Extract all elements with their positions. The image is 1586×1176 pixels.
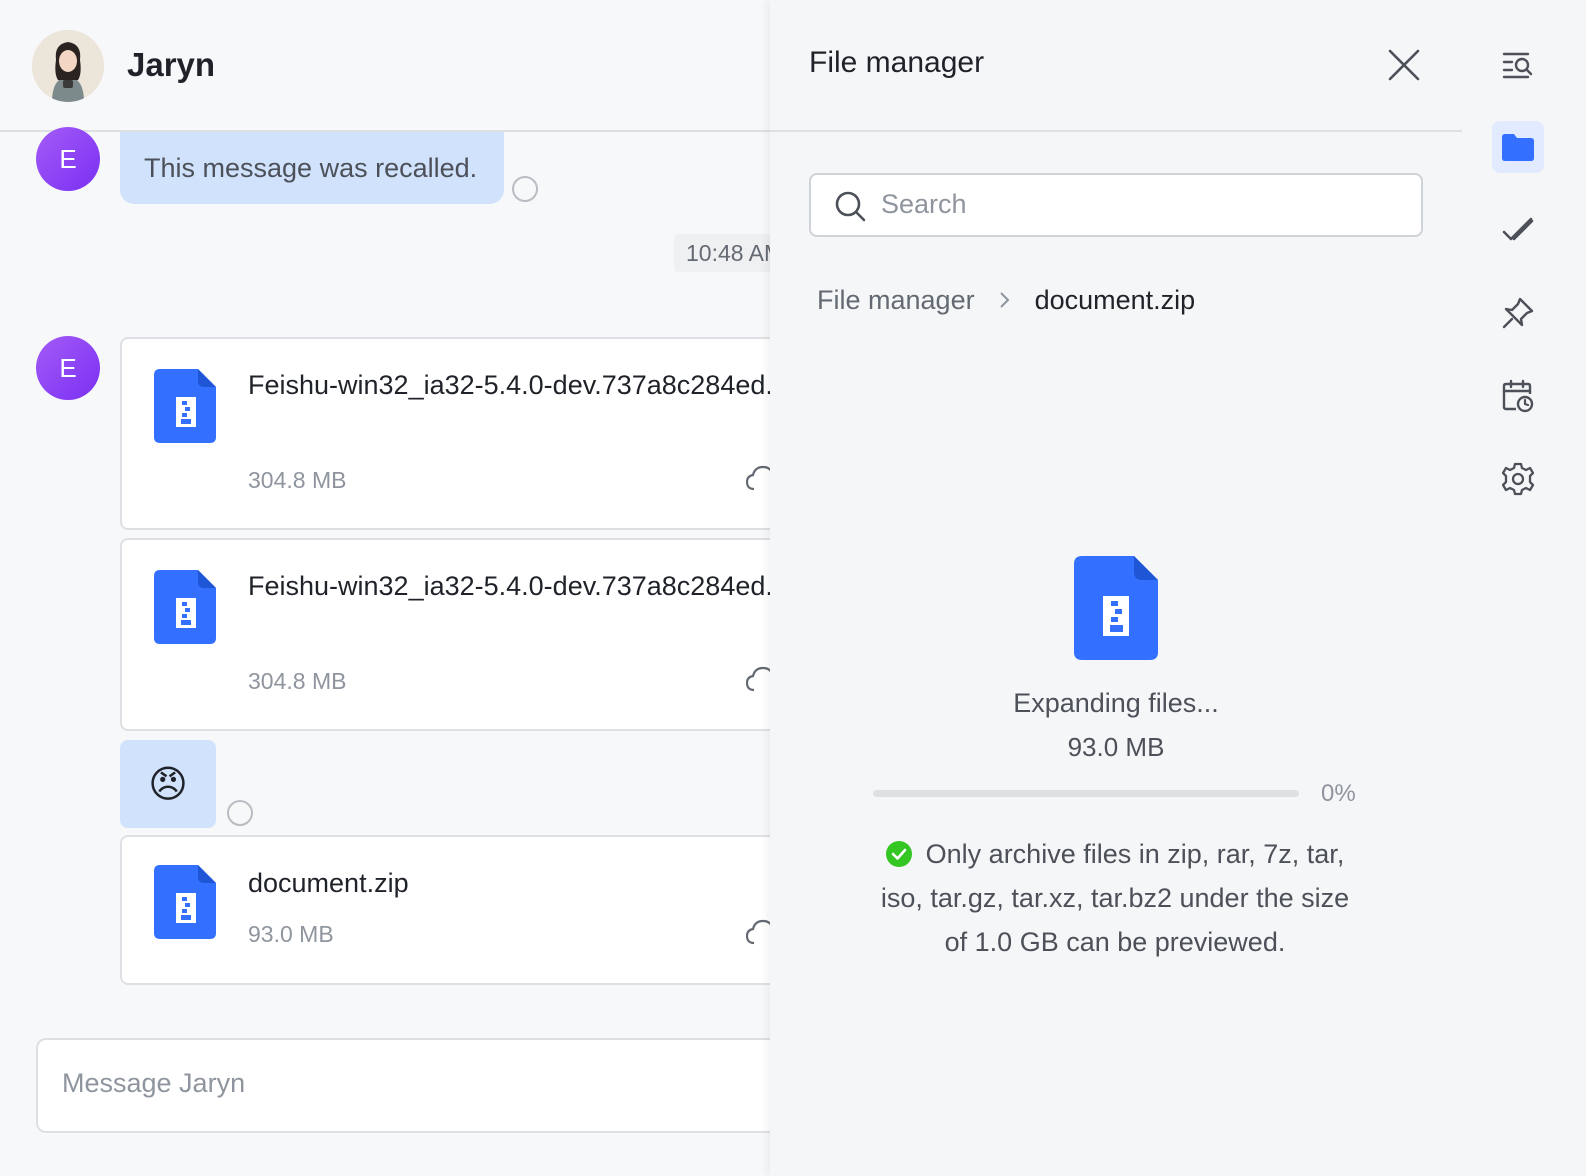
folder-icon	[1502, 134, 1534, 161]
search-list-icon	[1502, 52, 1533, 79]
angry-face-sticker: 😠	[148, 763, 188, 806]
zip-file-icon	[154, 570, 216, 644]
search-box[interactable]	[809, 173, 1423, 237]
tasks-button[interactable]	[1492, 204, 1544, 256]
file-manager-title: File manager	[809, 46, 985, 79]
file-manager-panel: File manager File manager document.zip E…	[770, 0, 1462, 1176]
file-message-card[interactable]: document.zip 93.0 MB	[120, 835, 780, 985]
file-size: 304.8 MB	[248, 467, 347, 493]
file-name: Feishu-win32_ia32-5.4.0-dev.737a8c284ed.…	[248, 370, 780, 400]
progress-percent: 0%	[1321, 780, 1356, 807]
close-icon[interactable]	[1384, 45, 1424, 85]
checkmark-icon	[1502, 217, 1534, 241]
pinned-button[interactable]	[1492, 287, 1544, 339]
check-circle-icon	[885, 841, 912, 867]
right-sidebar	[1462, 0, 1586, 1176]
progress-bar	[873, 790, 1299, 797]
zip-file-icon	[1074, 556, 1158, 660]
message-input[interactable]	[62, 1068, 662, 1099]
contact-name[interactable]: Jaryn	[127, 46, 215, 84]
preview-notice-text: Only archive files in zip, rar, 7z, tar,…	[880, 839, 1350, 957]
file-manager-button[interactable]	[1492, 121, 1544, 173]
search-icon	[835, 191, 866, 222]
file-size: 93.0 MB	[248, 921, 334, 947]
message-composer[interactable]	[36, 1038, 780, 1133]
file-size: 304.8 MB	[248, 668, 347, 694]
sender-avatar[interactable]: E	[36, 127, 100, 191]
unread-status-icon	[512, 176, 538, 202]
file-message-card[interactable]: Feishu-win32_ia32-5.4.0-dev.737a8c284ed.…	[120, 538, 780, 731]
chat-header: Jaryn	[0, 0, 780, 132]
sender-initial: E	[59, 352, 77, 383]
file-manager-header: File manager	[770, 0, 1462, 132]
file-message-card[interactable]: Feishu-win32_ia32-5.4.0-dev.737a8c284ed.…	[120, 337, 780, 530]
zip-file-icon	[154, 369, 216, 443]
breadcrumb-root[interactable]: File manager	[817, 285, 975, 316]
sender-avatar[interactable]: E	[36, 336, 100, 400]
preview-notice: Only archive files in zip, rar, 7z, tar,…	[870, 832, 1360, 964]
expanding-status: Expanding files...	[1013, 688, 1219, 718]
unread-status-icon	[227, 800, 253, 826]
calendar-clock-icon	[1502, 379, 1534, 413]
sender-initial: E	[59, 143, 77, 174]
calendar-button[interactable]	[1492, 370, 1544, 422]
zip-file-icon	[154, 865, 216, 939]
file-name: document.zip	[248, 868, 409, 898]
breadcrumb: File manager document.zip	[817, 282, 1195, 318]
file-name: Feishu-win32_ia32-5.4.0-dev.737a8c284ed.…	[248, 571, 780, 601]
chevron-right-icon	[999, 292, 1009, 308]
settings-button[interactable]	[1492, 453, 1544, 505]
recalled-message-bubble: This message was recalled.	[120, 132, 504, 204]
pin-icon	[1502, 297, 1534, 329]
search-messages-button[interactable]	[1492, 38, 1544, 90]
archive-size: 93.0 MB	[1067, 732, 1165, 762]
gear-icon	[1501, 462, 1535, 496]
breadcrumb-current: document.zip	[1034, 284, 1196, 315]
contact-avatar[interactable]	[32, 30, 104, 102]
search-input[interactable]	[881, 189, 1401, 220]
message-timestamp: 10:48 AM	[674, 234, 780, 272]
sticker-message[interactable]: 😠	[120, 740, 216, 828]
chat-pane: Jaryn E This message was recalled. 10:48…	[0, 0, 780, 1176]
recalled-message-text: This message was recalled.	[144, 152, 478, 183]
